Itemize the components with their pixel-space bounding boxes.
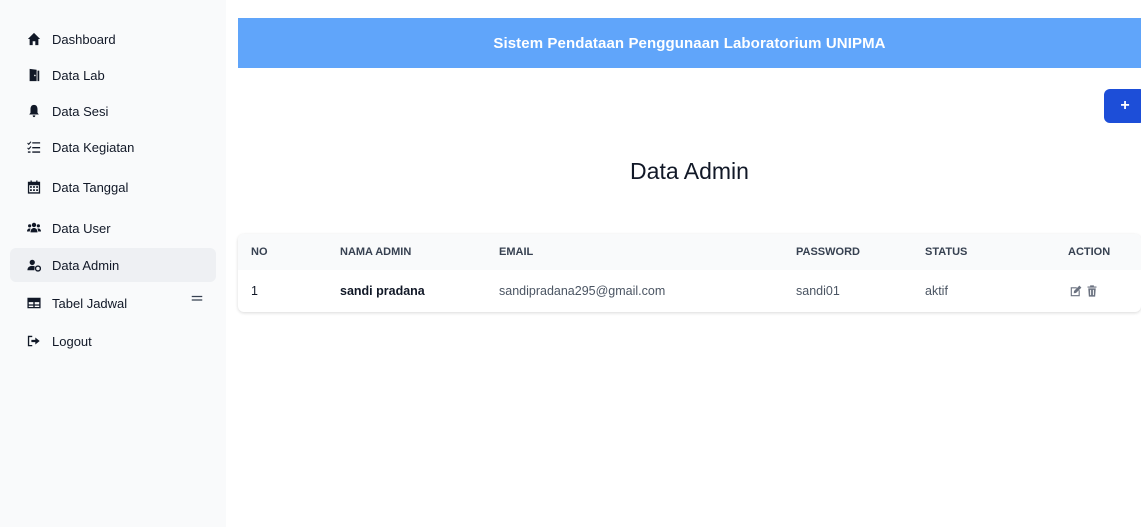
- sidebar-item-label: Data Lab: [52, 67, 105, 83]
- home-icon: [26, 31, 42, 47]
- sidebar: Dashboard Data Lab Data Sesi Data Kegiat…: [0, 0, 226, 527]
- sidebar-item-tabel-jadwal[interactable]: Tabel Jadwal: [10, 282, 216, 324]
- main-content: Sistem Pendataan Penggunaan Laboratorium…: [238, 18, 1141, 527]
- add-admin-button[interactable]: +: [1104, 89, 1141, 123]
- admin-table: NO NAMA ADMIN EMAIL PASSWORD STATUS ACTI…: [238, 234, 1141, 312]
- cell-password: sandi01: [796, 284, 840, 298]
- sidebar-item-data-kegiatan[interactable]: Data Kegiatan: [10, 128, 216, 166]
- app-title: Sistem Pendataan Penggunaan Laboratorium…: [493, 34, 886, 52]
- bell-icon: [26, 103, 42, 119]
- sidebar-item-label: Data Admin: [52, 257, 120, 273]
- column-header-status: STATUS: [925, 246, 968, 258]
- cell-email: sandipradana295@gmail.com: [499, 284, 666, 298]
- cell-nama-admin: sandi pradana: [340, 284, 425, 298]
- sidebar-item-label: Dashboard: [52, 31, 116, 47]
- page-title: Data Admin: [630, 158, 749, 184]
- cell-status: aktif: [925, 284, 948, 298]
- users-icon: [26, 220, 42, 236]
- header-banner: Sistem Pendataan Penggunaan Laboratorium…: [238, 18, 1141, 68]
- sidebar-item-data-admin[interactable]: Data Admin: [10, 248, 216, 282]
- calendar-icon: [26, 179, 42, 195]
- column-header-no: NO: [251, 246, 268, 258]
- sidebar-item-label: Data Tanggal: [52, 179, 129, 195]
- edit-icon[interactable]: [1068, 283, 1084, 299]
- sidebar-item-data-user[interactable]: Data User: [10, 208, 216, 248]
- trash-icon[interactable]: [1084, 283, 1100, 299]
- table-icon: [26, 295, 42, 311]
- sidebar-item-data-lab[interactable]: Data Lab: [10, 56, 216, 94]
- sidebar-item-label: Logout: [52, 333, 92, 349]
- sidebar-item-logout[interactable]: Logout: [10, 324, 216, 358]
- column-header-nama-admin: NAMA ADMIN: [340, 246, 412, 258]
- door-icon: [26, 67, 42, 83]
- hamburger-menu-icon[interactable]: [190, 291, 206, 307]
- user-gear-icon: [26, 257, 42, 273]
- sidebar-item-data-sesi[interactable]: Data Sesi: [10, 94, 216, 128]
- logout-icon: [26, 333, 42, 349]
- column-header-action: ACTION: [1068, 246, 1111, 258]
- sidebar-item-data-tanggal[interactable]: Data Tanggal: [10, 166, 216, 208]
- sidebar-item-label: Data Kegiatan: [52, 139, 135, 155]
- table-header: NO NAMA ADMIN EMAIL PASSWORD STATUS ACTI…: [238, 234, 1141, 270]
- sidebar-item-label: Data User: [52, 220, 111, 236]
- column-header-password: PASSWORD: [796, 246, 860, 258]
- cell-action: [1068, 270, 1100, 312]
- cell-no: 1: [251, 284, 258, 298]
- column-header-email: EMAIL: [499, 246, 534, 258]
- sidebar-item-dashboard[interactable]: Dashboard: [10, 22, 216, 56]
- sidebar-item-label: Tabel Jadwal: [52, 295, 128, 311]
- list-check-icon: [26, 139, 42, 155]
- sidebar-item-label: Data Sesi: [52, 103, 109, 119]
- table-row: 1 sandi pradana sandipradana295@gmail.co…: [238, 270, 1141, 312]
